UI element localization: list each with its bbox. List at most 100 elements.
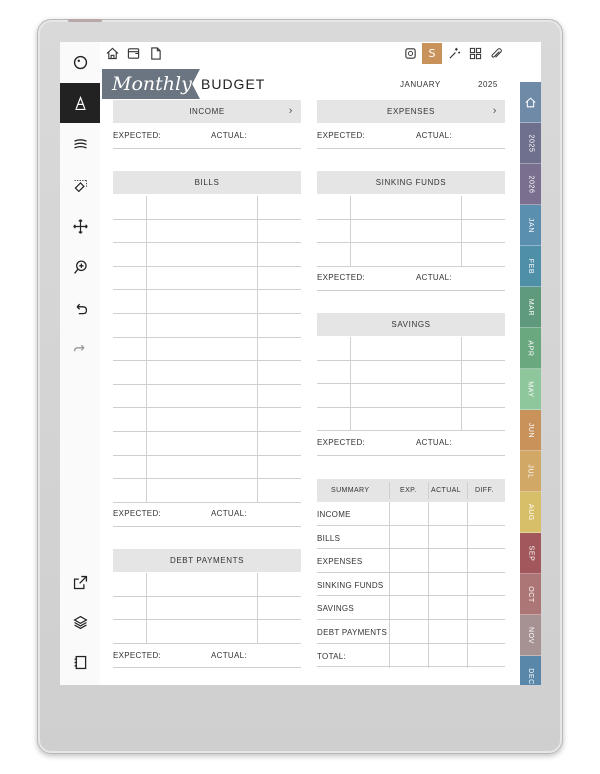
table-row-line — [317, 524, 505, 526]
summary-col-exp: EXP. — [400, 487, 417, 494]
tab-may[interactable]: MAY — [520, 369, 541, 410]
sketch-label: S — [428, 47, 436, 60]
tab-sep[interactable]: SEP — [520, 533, 541, 574]
tab-oct[interactable]: OCT — [520, 574, 541, 615]
tray-icon[interactable] — [126, 46, 140, 60]
page-icon[interactable] — [148, 46, 162, 60]
page-title: BUDGET — [201, 76, 266, 92]
chevron-right-icon: › — [288, 105, 293, 117]
tab-mar[interactable]: MAR — [520, 287, 541, 328]
tab-2025[interactable]: 2025 — [520, 123, 541, 164]
tab-label: MAY — [526, 380, 534, 398]
savings-expected: EXPECTED: — [317, 438, 366, 447]
magic-icon[interactable] — [447, 46, 461, 60]
table-row-line — [113, 265, 301, 267]
power-button[interactable] — [68, 19, 102, 22]
tab-label: AUG — [526, 503, 534, 521]
table-col-line — [428, 502, 429, 668]
divider — [317, 290, 505, 291]
table-row-line — [113, 313, 301, 314]
move-icon[interactable] — [60, 206, 100, 246]
home-icon[interactable] — [105, 46, 119, 60]
table-col-line — [257, 196, 258, 502]
table-row-line — [317, 619, 505, 620]
tab-label: 2026 — [526, 175, 534, 193]
tab-feb[interactable]: FEB — [520, 246, 541, 287]
table-row-line — [113, 218, 301, 220]
table-row-line — [317, 383, 505, 385]
divider — [113, 526, 301, 527]
divider — [467, 482, 468, 499]
table-row-line — [113, 595, 301, 597]
table-row-line — [113, 360, 301, 362]
quick-icon[interactable] — [403, 46, 417, 60]
tab-home[interactable] — [520, 82, 541, 123]
savings-header: SAVINGS — [317, 313, 505, 336]
home-icon — [525, 96, 536, 107]
summary-col-diff: DIFF. — [475, 487, 494, 494]
layout-icon[interactable] — [468, 46, 482, 60]
divider — [113, 667, 301, 668]
tab-2026[interactable]: 2026 — [520, 164, 541, 205]
savings-table[interactable] — [317, 337, 505, 432]
expenses-header[interactable]: EXPENSES › — [317, 100, 505, 123]
table-col-line — [146, 196, 147, 502]
zoom-icon[interactable] — [60, 247, 100, 287]
table-col-line — [350, 337, 351, 431]
menu-circle-icon[interactable] — [60, 42, 100, 82]
table-col-line — [467, 502, 468, 668]
table-row-line — [113, 431, 301, 432]
screen: S Monthly BUDGET JANUARY 2025 INCOME › E… — [60, 42, 541, 685]
tab-jun[interactable]: JUN — [520, 410, 541, 451]
tab-dec[interactable]: DEC — [520, 656, 541, 685]
strokes-icon[interactable] — [60, 124, 100, 164]
table-row-line — [317, 218, 505, 220]
income-header[interactable]: INCOME › — [113, 100, 301, 123]
divider — [428, 482, 429, 499]
pen-icon[interactable] — [60, 83, 100, 123]
debt-expected: EXPECTED: — [113, 651, 162, 660]
bills-table[interactable] — [113, 196, 301, 503]
tab-nov[interactable]: NOV — [520, 615, 541, 656]
undo-icon[interactable] — [60, 288, 100, 328]
table-row-line — [113, 242, 301, 244]
summary-row-label: INCOME — [317, 510, 351, 519]
table-row-line — [317, 406, 505, 408]
table-row-line — [317, 595, 505, 597]
document-icon[interactable] — [60, 642, 100, 682]
header-month: JANUARY — [400, 80, 441, 89]
table-row-line — [317, 548, 505, 550]
summary-row-label: SINKING FUNDS — [317, 581, 384, 590]
table-row-line — [113, 383, 301, 385]
tab-jan[interactable]: JAN — [520, 205, 541, 246]
summary-header: SUMMARY EXP. ACTUAL DIFF. — [317, 479, 505, 502]
attach-icon[interactable] — [489, 46, 503, 60]
eraser-icon[interactable] — [60, 165, 100, 205]
title-script: Monthly — [102, 69, 200, 99]
tab-apr[interactable]: APR — [520, 328, 541, 369]
tab-aug[interactable]: AUG — [520, 492, 541, 533]
sketch-icon[interactable]: S — [422, 43, 442, 64]
summary-row-label: BILLS — [317, 534, 341, 543]
debt-table[interactable] — [113, 573, 301, 644]
sinking-actual: ACTUAL: — [416, 273, 452, 282]
table-row-line — [113, 407, 301, 409]
sinking-title: SINKING FUNDS — [375, 178, 447, 187]
sinking-table[interactable] — [317, 196, 505, 267]
bills-title: BILLS — [194, 178, 220, 187]
table-row-line — [113, 336, 301, 338]
tab-label: JUN — [526, 422, 534, 438]
bills-header: BILLS — [113, 171, 301, 194]
tab-label: OCT — [526, 585, 534, 603]
bills-actual: ACTUAL: — [211, 509, 247, 518]
divider — [389, 482, 390, 499]
redo-icon[interactable] — [60, 329, 100, 369]
layers-icon[interactable] — [60, 602, 100, 642]
share-icon[interactable] — [60, 562, 100, 602]
bills-expected: EXPECTED: — [113, 509, 162, 518]
tab-jul[interactable]: JUL — [520, 451, 541, 492]
debt-actual: ACTUAL: — [211, 651, 247, 660]
income-expected: EXPECTED: — [113, 131, 162, 140]
sinking-expected: EXPECTED: — [317, 273, 366, 282]
table-col-line — [461, 196, 462, 267]
